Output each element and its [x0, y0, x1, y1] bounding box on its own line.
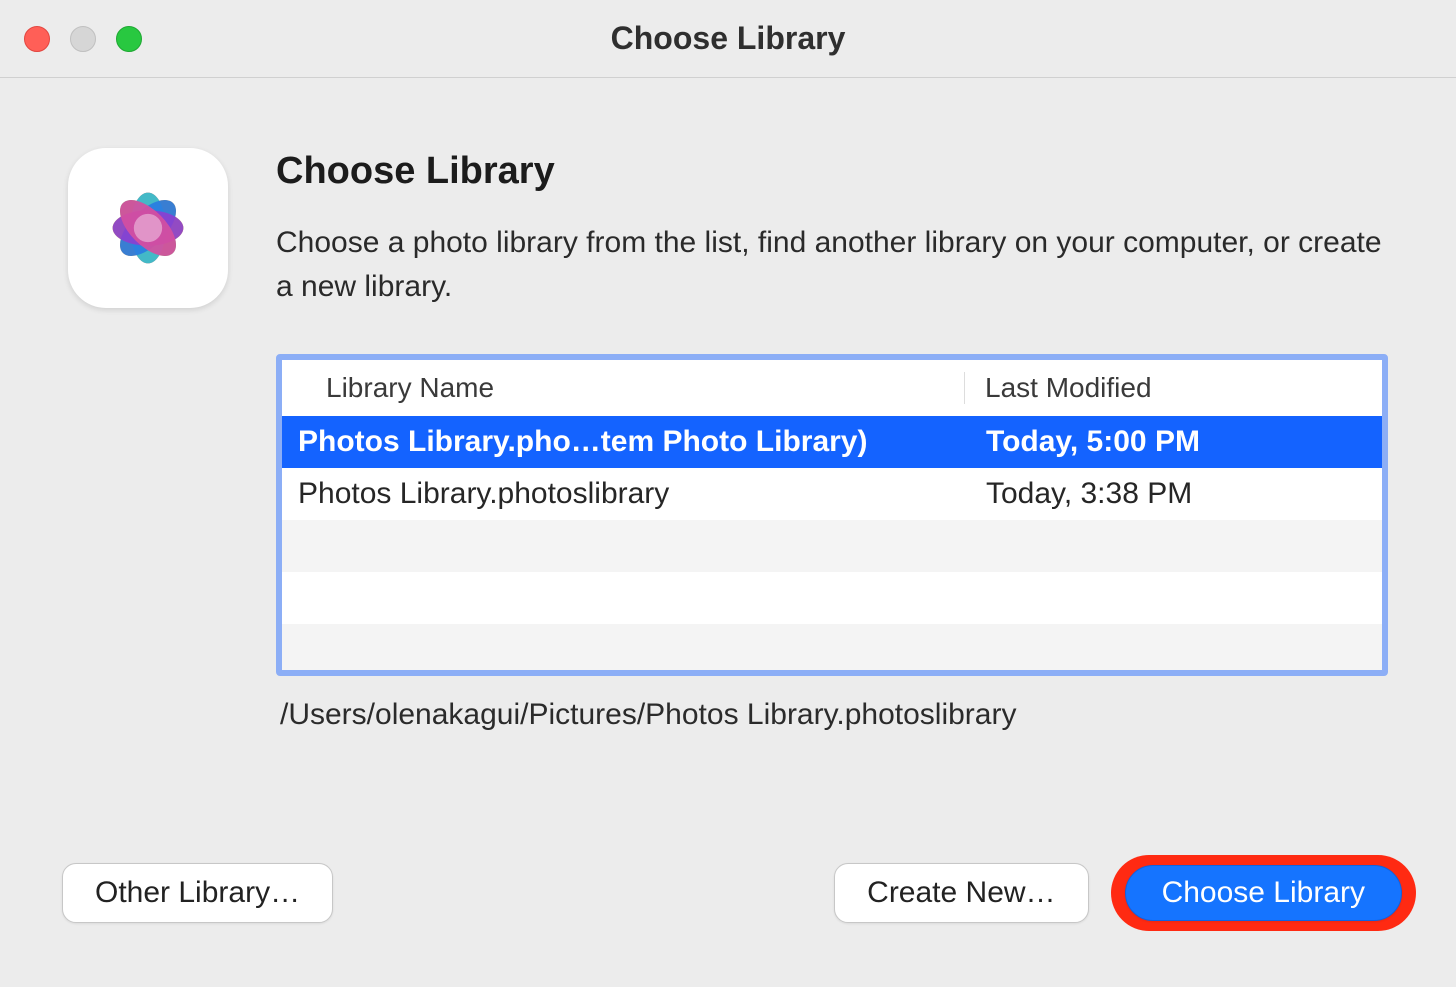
cell-last-modified: Today, 3:38 PM	[964, 477, 1382, 511]
table-row[interactable]: Photos Library.pho…tem Photo Library) To…	[282, 416, 1382, 468]
table-row-empty	[282, 572, 1382, 624]
minimize-window-button[interactable]	[70, 26, 96, 52]
header-row: Choose Library Choose a photo library fr…	[68, 148, 1388, 308]
table-row-empty	[282, 520, 1382, 572]
create-new-button[interactable]: Create New…	[834, 863, 1088, 923]
table-row-empty	[282, 624, 1382, 676]
cell-last-modified: Today, 5:00 PM	[964, 425, 1382, 459]
window-controls	[24, 26, 142, 52]
cell-library-name: Photos Library.photoslibrary	[282, 477, 964, 511]
column-header-modified[interactable]: Last Modified	[964, 372, 1382, 404]
table-header: Library Name Last Modified	[282, 360, 1382, 416]
table-row[interactable]: Photos Library.photoslibrary Today, 3:38…	[282, 468, 1382, 520]
zoom-window-button[interactable]	[116, 26, 142, 52]
cell-library-name: Photos Library.pho…tem Photo Library)	[282, 425, 964, 459]
dialog-content: Choose Library Choose a photo library fr…	[0, 78, 1456, 987]
titlebar: Choose Library	[0, 0, 1456, 78]
selected-library-path: /Users/olenakagui/Pictures/Photos Librar…	[280, 698, 1388, 732]
window-title: Choose Library	[0, 0, 1456, 77]
annotation-highlight: Choose Library	[1111, 855, 1416, 931]
header-text: Choose Library Choose a photo library fr…	[276, 148, 1388, 308]
button-bar: Other Library… Create New… Choose Librar…	[62, 855, 1416, 931]
dialog-heading: Choose Library	[276, 150, 1388, 193]
photos-app-icon	[68, 148, 228, 308]
choose-library-dialog: Choose Library	[0, 0, 1456, 987]
library-table[interactable]: Library Name Last Modified Photos Librar…	[276, 354, 1388, 676]
dialog-description: Choose a photo library from the list, fi…	[276, 221, 1388, 308]
column-header-name[interactable]: Library Name	[282, 372, 964, 404]
choose-library-button[interactable]: Choose Library	[1125, 865, 1402, 921]
close-window-button[interactable]	[24, 26, 50, 52]
other-library-button[interactable]: Other Library…	[62, 863, 333, 923]
